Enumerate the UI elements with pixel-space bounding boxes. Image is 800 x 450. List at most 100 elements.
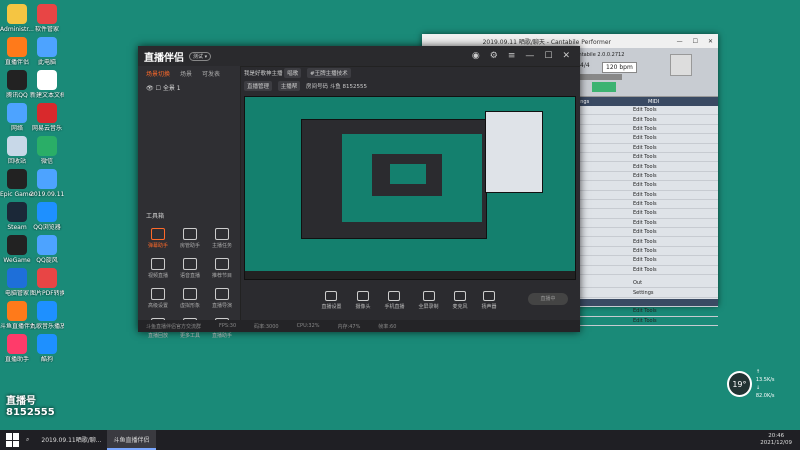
desktop-icon[interactable]: 2019.09.11 截图	[30, 169, 64, 198]
rack-actions[interactable]: Out	[630, 280, 713, 286]
rack-actions[interactable]: Edit Tools	[630, 239, 713, 245]
status-item: FPS:30	[219, 323, 237, 329]
desktop-icon[interactable]: 网络	[0, 103, 34, 132]
desktop-icon[interactable]: 此电脑	[30, 37, 64, 66]
desktop-icon[interactable]: 图片PDF转换器	[30, 268, 64, 297]
network-widget[interactable]: 19° ↑ 13.5K/s ↓ 82.0K/s	[727, 369, 779, 399]
rack-actions[interactable]: Edit Tools	[630, 201, 713, 207]
rack-actions[interactable]: Edit Tools	[630, 126, 713, 132]
desktop-icon[interactable]: WeGame	[0, 235, 34, 264]
minimize-button[interactable]: —	[525, 51, 534, 61]
rack-actions[interactable]: Edit Tools	[630, 267, 713, 273]
control-button[interactable]: 手机直播	[384, 290, 405, 310]
desktop-icon[interactable]: Epic Games Launcher	[0, 169, 34, 198]
taskbar-item[interactable]: 斗鱼直播伴侣	[107, 430, 156, 450]
desktop-icon[interactable]: 软件管家	[30, 4, 64, 33]
status-chip-helper[interactable]: 主播帮	[277, 81, 301, 91]
netease-music-icon	[37, 103, 57, 123]
desktop-icon[interactable]: 微信	[30, 136, 64, 165]
rack-actions[interactable]: Edit Tools	[630, 220, 713, 226]
rack-actions[interactable]: Edit Tools	[630, 145, 713, 151]
close-button[interactable]: ✕	[703, 38, 718, 45]
windows-start-icon[interactable]	[6, 433, 20, 447]
tool-item[interactable]: 主播任务	[206, 228, 238, 249]
rack-actions[interactable]: Edit Tools	[630, 117, 713, 123]
category-chip[interactable]: 唱歌	[284, 68, 302, 78]
desktop-icon[interactable]: Administr...	[0, 4, 34, 33]
desktop-icon[interactable]: 回收站	[0, 136, 34, 165]
rack-actions[interactable]: Edit Tools	[630, 229, 713, 235]
tool-item[interactable]: 高级设置	[142, 288, 174, 309]
desktop-icon[interactable]: Steam	[0, 202, 34, 231]
rack-actions[interactable]: Edit Tools	[630, 107, 713, 113]
rack-actions[interactable]: Edit Tools	[630, 210, 713, 216]
nested-preview-deepest	[390, 164, 426, 184]
desktop-icon[interactable]: 斗鱼直播伴侣	[0, 301, 34, 330]
rack-actions[interactable]: Edit Tools	[630, 135, 713, 141]
system-clock[interactable]: 20:46 2021/12/09	[760, 433, 792, 447]
version-badge[interactable]: 测试 ▾	[189, 51, 212, 61]
tools-button[interactable]	[670, 54, 692, 76]
tempo-display[interactable]: 120 bpm	[602, 62, 637, 73]
desktop-icon-label: 图片PDF转换器	[30, 290, 64, 297]
app-logo: 直播伴侣	[144, 52, 184, 64]
maximize-button[interactable]: ☐	[544, 51, 552, 61]
menu-icon[interactable]: ≡	[508, 51, 516, 61]
rack-actions[interactable]: Settings	[630, 290, 713, 296]
rack-actions[interactable]: Edit Tools	[630, 164, 713, 170]
desktop-icon-label: 此电脑	[37, 59, 56, 66]
settings-icon[interactable]: ⚙	[490, 51, 498, 61]
network-icon	[7, 103, 27, 123]
tool-item[interactable]: 推荐节目	[206, 258, 238, 279]
tool-item[interactable]: 视频直播	[142, 258, 174, 279]
scene-item[interactable]: 👁 ☐ 全景 1	[138, 80, 240, 95]
rack-actions[interactable]: Edit Tools	[630, 192, 713, 198]
minimize-button[interactable]: —	[672, 38, 688, 45]
desktop-icon[interactable]: 电脑管家	[0, 268, 34, 297]
rack-actions[interactable]: Edit Tools	[630, 182, 713, 188]
desktop-icon[interactable]: 新建文本文档	[30, 70, 64, 99]
control-button[interactable]: 麦克风	[452, 290, 468, 310]
desktop-icon[interactable]: 腾讯QQ	[0, 70, 34, 99]
desktop-icon[interactable]: 酷狗	[30, 334, 64, 363]
left-tab[interactable]: 场景	[180, 69, 192, 78]
left-tab[interactable]: 场景切换	[146, 69, 170, 78]
desktop-icon[interactable]: 直播伴侣	[0, 37, 34, 66]
rack-actions[interactable]: Edit Tools	[630, 257, 713, 263]
tool-item[interactable]: 直播导演	[206, 288, 238, 309]
tool-item[interactable]: 弹幕助手	[142, 228, 174, 249]
taskbar-item[interactable]: 2019.09.11晒歌/聊...	[35, 430, 107, 448]
control-label: 麦克风	[452, 303, 468, 310]
rack-actions[interactable]: Edit Tools	[630, 308, 713, 314]
tool-item[interactable]: 虚拟形象	[174, 288, 206, 309]
status-chip-manage[interactable]: 直播管理	[244, 81, 273, 91]
tag-chip[interactable]: #王牌主播技术	[307, 68, 351, 78]
pdf-icon	[37, 268, 57, 288]
rack-actions[interactable]: Edit Tools	[630, 248, 713, 254]
desktop-icon[interactable]: QQ浏览器	[30, 202, 64, 231]
maximize-button[interactable]: ☐	[688, 38, 703, 45]
search-icon[interactable]: ⌕	[26, 436, 29, 444]
room-title[interactable]: 我是好歌神主播	[244, 71, 283, 77]
rack-actions[interactable]: Edit Tools	[630, 173, 713, 179]
left-tab[interactable]: 可发表	[202, 69, 220, 78]
user-avatar-icon[interactable]: ◉	[472, 51, 480, 61]
desktop-icon[interactable]: 网易云音乐	[30, 103, 64, 132]
desktop-icon[interactable]: QQ旋风	[30, 235, 64, 264]
control-button[interactable]: 扬声器	[482, 290, 497, 310]
tool-item[interactable]: 房管助手	[174, 228, 206, 249]
rack-actions[interactable]: Edit Tools	[630, 154, 713, 160]
control-button[interactable]: 摄像头	[355, 290, 370, 310]
go-live-button[interactable]: 直播中	[528, 293, 568, 305]
steam-icon	[7, 202, 27, 222]
control-button[interactable]: 全屏录制	[419, 290, 439, 310]
control-button[interactable]: 直播设置	[321, 290, 341, 310]
upload-rate: ↑ 13.5K/s	[755, 369, 775, 383]
desktop-icon[interactable]: 直播助手	[0, 334, 34, 363]
stream-preview[interactable]	[244, 96, 576, 280]
rack-actions[interactable]: Edit Tools	[630, 318, 713, 324]
desktop-icon[interactable]: 九歌音乐播放	[30, 301, 64, 330]
tool-item[interactable]: 语音直播	[174, 258, 206, 279]
music-note-icon	[37, 301, 57, 321]
close-button[interactable]: ✕	[562, 51, 570, 61]
